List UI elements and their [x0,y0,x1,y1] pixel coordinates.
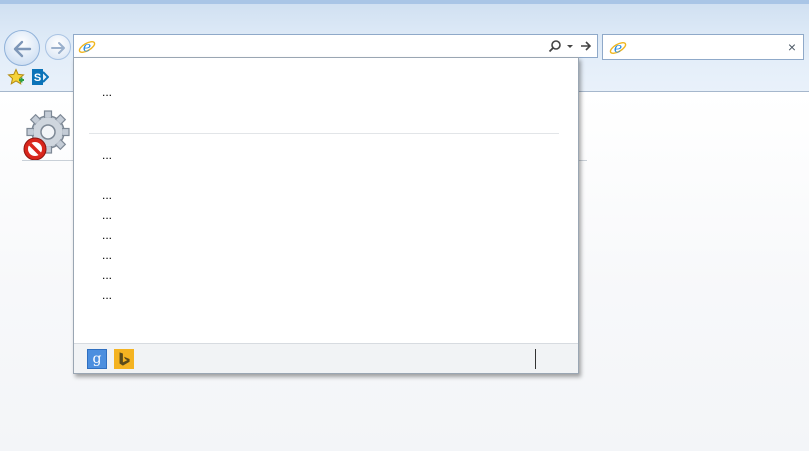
chevron-down-icon[interactable] [565,39,575,53]
arrow-right-icon [51,42,65,54]
suggestion-item[interactable]: ... [102,208,112,222]
bing-provider-button[interactable] [114,349,134,369]
address-input[interactable] [100,37,544,57]
title-bar [0,0,809,4]
address-bar[interactable]: e [73,34,598,58]
suggestion-separator [89,133,559,134]
suggestion-item[interactable]: ... [102,248,112,262]
suggestion-item[interactable]: ... [102,188,112,202]
google-provider-button[interactable]: g [87,349,107,369]
google-icon: g [92,351,102,367]
address-suggestions-dropdown: ... ... ... ... ... ... ... ... g [73,57,579,374]
tab-close-button[interactable]: × [788,39,796,55]
arrow-left-icon [13,40,32,58]
blocked-settings-icon [23,110,70,161]
suggestion-item[interactable]: ... [102,268,112,282]
svg-text:S: S [34,72,41,84]
footer-divider [535,349,536,369]
suggestion-item[interactable]: ... [102,85,112,99]
svg-text:e: e [614,41,622,57]
svg-text:e: e [83,40,91,56]
favorites-star-icon[interactable] [7,68,25,86]
search-provider-bar: g [74,343,578,373]
suggestion-item[interactable]: ... [102,288,112,302]
go-arrow-icon[interactable] [579,39,593,53]
back-button[interactable] [4,30,40,66]
ie-tab-icon: e [609,41,627,57]
suggestion-item[interactable]: ... [102,148,112,162]
ie-page-icon: e [78,40,96,56]
suggestion-item[interactable]: ... [102,228,112,242]
sharepoint-icon[interactable]: S [31,68,49,86]
search-icon[interactable] [548,39,562,53]
tab-active[interactable]: e × [602,34,804,60]
forward-button[interactable] [45,34,71,60]
